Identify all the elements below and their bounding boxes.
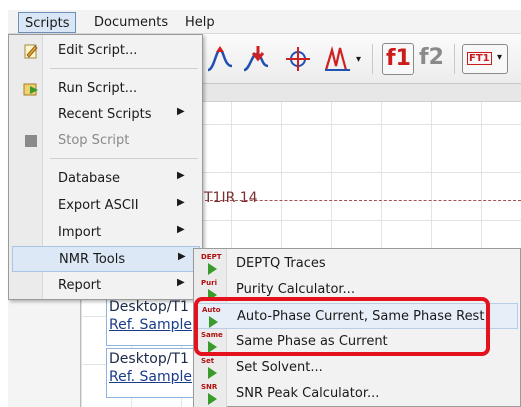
menu-item-label: Recent Scripts (58, 107, 152, 122)
menu-item-label: Run Script... (58, 81, 138, 96)
menu-scripts[interactable]: Scripts (18, 12, 77, 33)
document-path: Desktop/T1 (109, 351, 189, 367)
menu-item-label: Import (58, 225, 102, 240)
menu-item-import[interactable]: Import ▶ (12, 220, 200, 246)
script-play-icon: SNR (201, 383, 223, 405)
menu-item-database[interactable]: Database ▶ (12, 166, 200, 192)
chevron-down-icon: ▾ (497, 52, 503, 63)
menu-separator (50, 158, 198, 159)
submenu-item-label: Purity Calculator... (236, 282, 355, 297)
menu-item-label: Database (58, 171, 121, 186)
submenu-item-label: Set Solvent... (236, 360, 323, 375)
crosshair-icon[interactable] (282, 44, 314, 74)
submenu-item-label: SNR Peak Calculator... (236, 386, 380, 401)
phase-down-icon[interactable] (240, 44, 274, 74)
menu-item-report[interactable]: Report ▶ (12, 273, 200, 299)
submenu-item-set-solvent[interactable]: Set Set Solvent... (196, 355, 518, 381)
menu-item-nmr-tools[interactable]: NMR Tools ▶ (12, 246, 200, 272)
submenu-arrow-icon: ▶ (177, 197, 185, 208)
phase-correction-icon[interactable] (204, 44, 238, 74)
script-play-icon: Set (201, 357, 223, 379)
document-entry[interactable]: Desktop/T1 Ref. Sample (106, 296, 196, 346)
menu-item-recent-scripts[interactable]: Recent Scripts ▶ (12, 102, 200, 128)
menu-separator (50, 68, 198, 69)
document-path: Desktop/T1 (109, 299, 189, 315)
menu-bar: Scripts Documents Help (8, 10, 521, 34)
menu-item-label: NMR Tools (59, 252, 126, 267)
peak-pick-icon[interactable] (322, 44, 354, 74)
script-play-icon: DEPT (201, 253, 223, 275)
peak-pick-dropdown-icon[interactable]: ▾ (356, 54, 361, 65)
spectrum-label: T1IR 14 (204, 190, 258, 206)
stop-icon (25, 135, 37, 147)
submenu-item-deptq-traces[interactable]: DEPT DEPTQ Traces (196, 251, 518, 277)
menu-help[interactable]: Help (179, 12, 221, 33)
menu-item-label: Edit Script... (58, 43, 138, 58)
menu-item-label: Report (58, 278, 102, 293)
f1-button[interactable]: f1 (382, 43, 414, 75)
submenu-arrow-icon: ▶ (177, 106, 185, 117)
f2-button[interactable]: f2 (419, 45, 444, 70)
submenu-arrow-icon: ▶ (178, 251, 186, 262)
document-entry[interactable]: Desktop/T1 Ref. Sample (106, 348, 196, 398)
document-ref: Ref. Sample (109, 317, 193, 333)
menu-item-stop-script: Stop Script (12, 128, 200, 154)
menu-item-label: Export ASCII (58, 198, 139, 213)
ft-dropdown-button[interactable]: FT1 ▾ (462, 44, 508, 74)
run-script-icon (23, 83, 38, 96)
highlight-annotation (194, 297, 490, 356)
menu-item-edit-script[interactable]: Edit Script... (12, 38, 200, 64)
document-ref: Ref. Sample (109, 369, 193, 385)
submenu-arrow-icon: ▶ (177, 170, 185, 181)
menu-documents[interactable]: Documents (88, 12, 174, 33)
f1-label: f1 (386, 46, 411, 71)
submenu-item-snr-peak-calculator[interactable]: SNR SNR Peak Calculator... (196, 381, 518, 407)
submenu-arrow-icon: ▶ (177, 224, 185, 235)
submenu-item-label: DEPTQ Traces (236, 256, 326, 271)
menu-item-run-script[interactable]: Run Script... (12, 76, 200, 102)
submenu-arrow-icon: ▶ (177, 277, 185, 288)
edit-script-icon (24, 44, 38, 59)
menu-item-label: Stop Script (58, 133, 130, 148)
menu-item-export-ascii[interactable]: Export ASCII ▶ (12, 193, 200, 219)
ft-label: FT1 (467, 52, 492, 65)
